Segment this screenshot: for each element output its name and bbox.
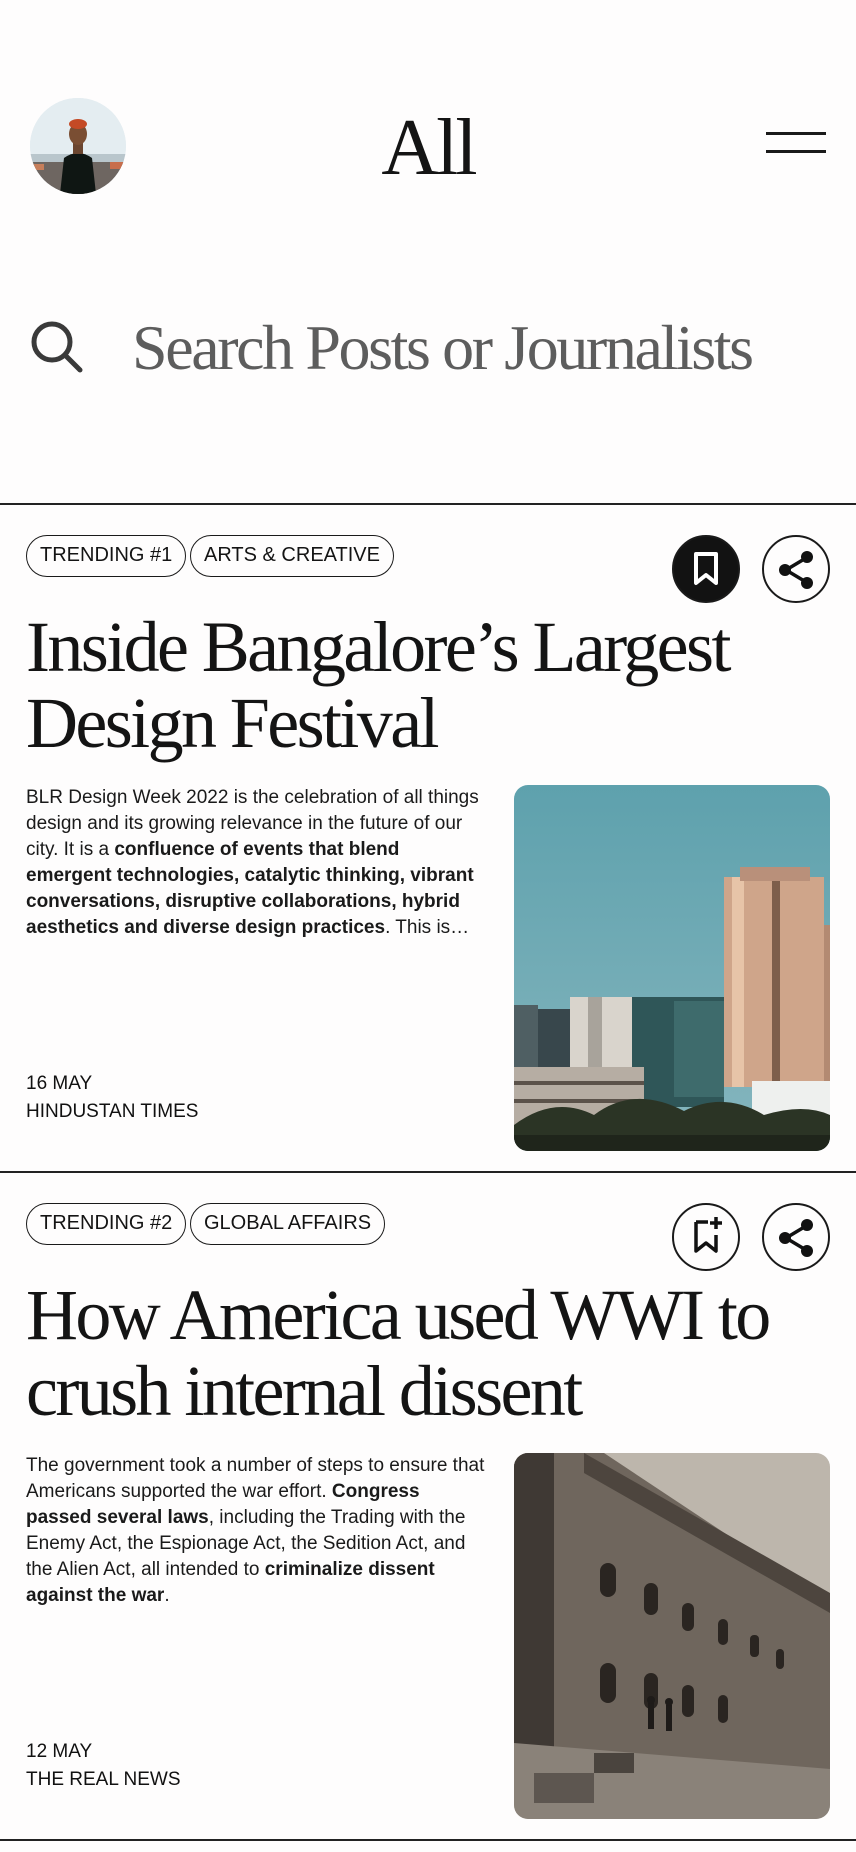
share-button[interactable]: [762, 1203, 830, 1271]
excerpt-text: .: [164, 1585, 170, 1606]
article-source[interactable]: HINDUSTAN TIMES: [26, 1099, 198, 1125]
share-icon: [779, 1219, 813, 1257]
bookmark-add-button[interactable]: [672, 1203, 740, 1271]
article-title-line: How America used WWI to: [26, 1275, 771, 1355]
share-icon: [779, 551, 813, 589]
tag-trending[interactable]: TRENDING #1: [26, 535, 187, 577]
article-card: TRENDING #1 ARTS & CREATIVE Inside Banga…: [0, 505, 856, 1171]
article-source[interactable]: THE REAL NEWS: [26, 1767, 181, 1793]
tag-category[interactable]: GLOBAL AFFAIRS: [190, 1203, 386, 1245]
app-header: All: [0, 0, 856, 280]
article-excerpt: BLR Design Week 2022 is the celebration …: [26, 785, 488, 941]
article-title[interactable]: Inside Bangalore’s Largest Design Festiv…: [26, 609, 786, 761]
article-title[interactable]: How America used WWI to crush internal d…: [26, 1277, 786, 1429]
article-image: [514, 785, 830, 1151]
page-title: All: [381, 104, 477, 192]
search-bar: [0, 290, 856, 410]
tag-category[interactable]: ARTS & CREATIVE: [190, 535, 394, 577]
search-icon[interactable]: [28, 318, 88, 378]
hamburger-menu-icon[interactable]: [764, 124, 828, 164]
menu-line: [766, 132, 826, 135]
divider: [0, 1839, 856, 1841]
article-excerpt: The government took a number of steps to…: [26, 1453, 488, 1609]
menu-line: [766, 150, 826, 153]
tag-trending[interactable]: TRENDING #2: [26, 1203, 187, 1245]
excerpt-text: . This is…: [385, 917, 470, 938]
bookmark-button[interactable]: [672, 535, 740, 603]
article-title-line: crush internal dissent: [26, 1351, 583, 1431]
article-title-line: Design Festival: [26, 683, 440, 763]
article-title-line: Inside Bangalore’s Largest: [26, 607, 731, 687]
article-date: 12 MAY: [26, 1741, 93, 1762]
search-input[interactable]: [132, 308, 832, 388]
city-skyline-photo[interactable]: [514, 785, 830, 1151]
article-image: [514, 1453, 830, 1819]
bookmark-add-icon: [694, 1217, 722, 1253]
article-card: TRENDING #2 GLOBAL AFFAIRS How America u…: [0, 1173, 856, 1839]
bookmark-filled-icon: [694, 552, 718, 585]
share-button[interactable]: [762, 535, 830, 603]
old-fortress-wall-photo[interactable]: [514, 1453, 830, 1819]
article-date: 16 MAY: [26, 1073, 93, 1094]
